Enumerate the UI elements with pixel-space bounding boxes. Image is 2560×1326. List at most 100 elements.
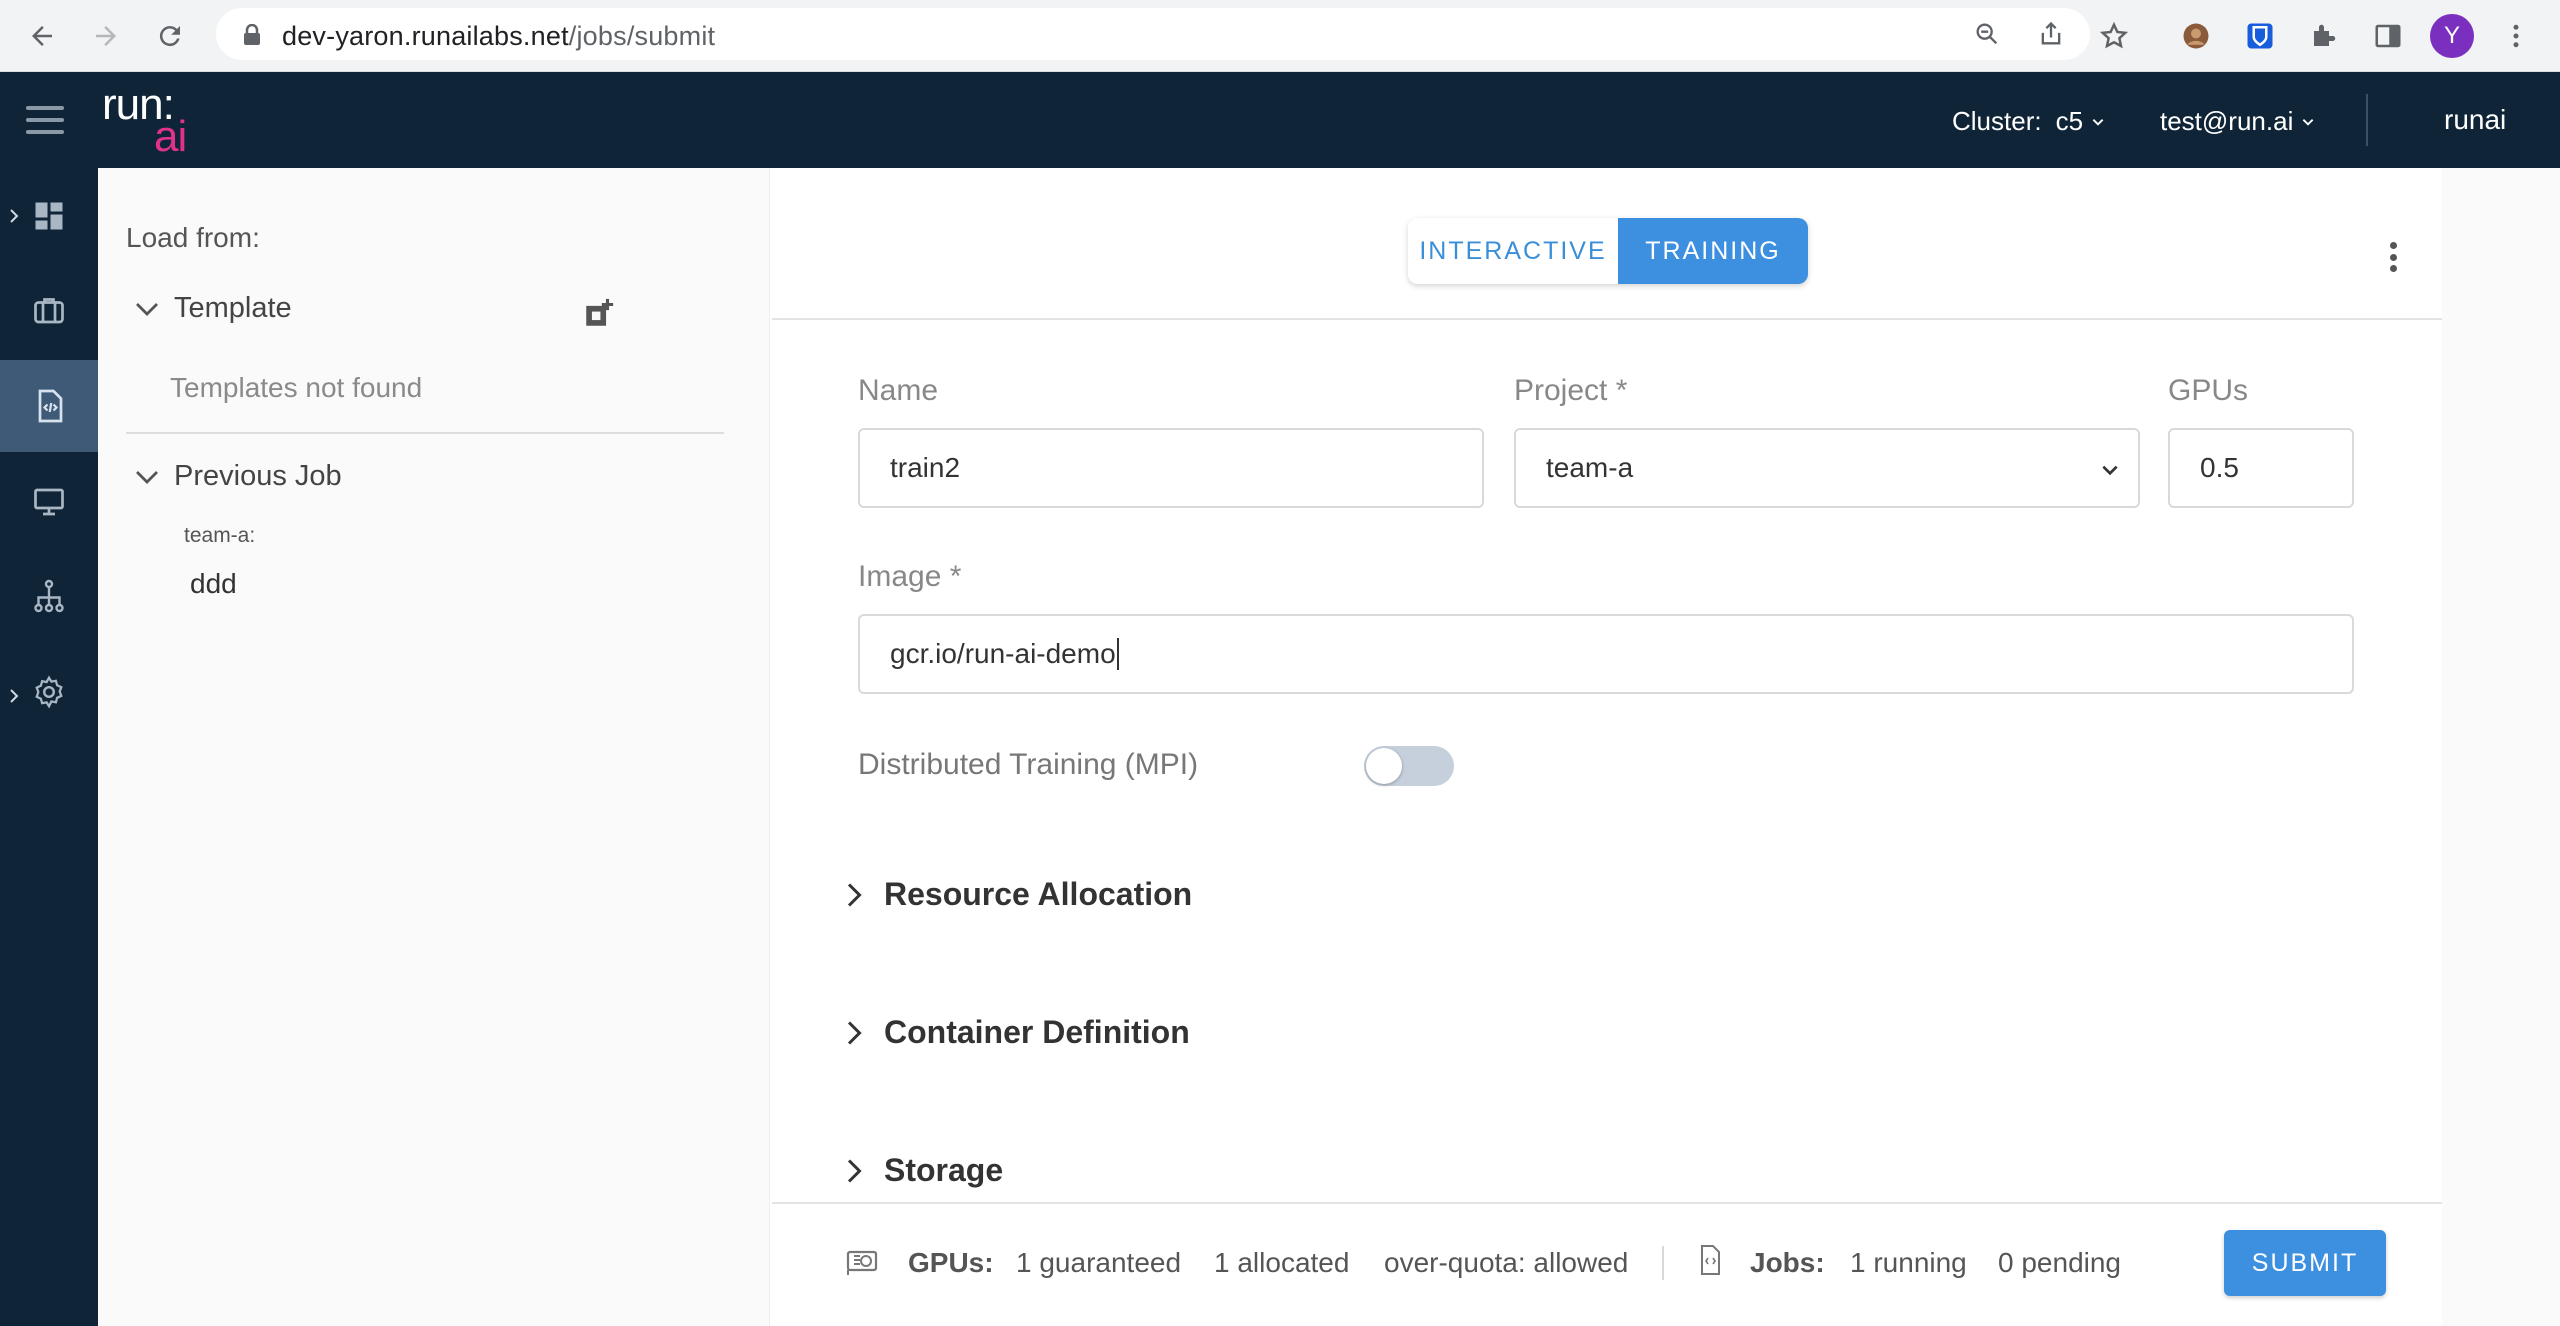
side-rail [0,168,98,1326]
template-section-label: Template [174,292,292,324]
panel-divider [126,432,724,434]
tab-training[interactable]: TRAINING [1618,218,1808,284]
previous-job-item[interactable]: ddd [190,568,237,600]
kebab-menu-icon[interactable] [2496,16,2536,56]
jobs-pending: 0 pending [1998,1247,2122,1278]
job-type-toggle: INTERACTIVE TRAINING [1408,218,1808,284]
runai-logo[interactable]: run: ai [102,80,202,161]
star-icon[interactable] [2094,16,2134,56]
forward-icon[interactable] [86,16,126,56]
cluster-value: c5 [2055,106,2084,136]
tab-interactive[interactable]: INTERACTIVE [1408,218,1618,284]
container-definition-title: Container Definition [884,1014,1190,1050]
add-template-icon[interactable] [582,296,616,330]
zoom-icon[interactable] [1972,19,2002,49]
bitwarden-icon[interactable] [2240,16,2280,56]
share-icon[interactable] [2036,19,2066,49]
container-definition-section[interactable]: Container Definition [842,1014,1190,1051]
storage-title: Storage [884,1152,1004,1188]
app-header: run: ai Cluster: c5 test@run.ai runai [0,72,2560,168]
url-text[interactable]: dev-yaron.runailabs.net/jobs/submit [282,21,715,52]
distributed-training-switch[interactable] [1364,746,1454,786]
template-section-toggle[interactable]: Template [132,292,292,325]
footer-separator [1662,1246,1664,1280]
distributed-training-label: Distributed Training (MPI) [858,748,1199,781]
chevron-down-icon [136,470,158,484]
chevron-right-icon [847,1020,862,1045]
departments-icon [34,579,64,613]
nodes-icon [34,488,64,516]
gpus-status-label: GPUs: [908,1247,994,1278]
user-email: test@run.ai [2160,106,2294,136]
jobs-status-label: Jobs: [1750,1247,1825,1278]
previous-job-project: team-a: [184,524,256,547]
rail-dashboard[interactable] [0,170,98,262]
user-menu[interactable]: test@run.ai [2160,106,2315,137]
image-label: Image * [858,560,962,593]
gpus-label: GPUs [2168,374,2249,407]
resource-allocation-section[interactable]: Resource Allocation [842,876,1192,913]
gpus-input[interactable]: 0.5 [2168,428,2354,508]
header-divider [2366,94,2368,146]
settings-icon [35,675,63,709]
reload-icon[interactable] [150,16,190,56]
storage-section[interactable]: Storage [842,1152,1003,1189]
text-cursor [1116,638,1119,670]
back-icon[interactable] [22,16,62,56]
cluster-label: Cluster: [1952,106,2042,136]
templates-empty-text: Templates not found [170,372,423,403]
load-from-panel: Load from: Template Templates not found … [98,168,770,1326]
chevron-down-icon [2092,118,2104,126]
chevron-down-icon [2102,465,2118,476]
load-from-title: Load from: [126,222,260,253]
rail-settings[interactable] [0,646,98,738]
submit-job-icon [38,389,63,423]
submit-job-form: INTERACTIVE TRAINING Name train2 Project… [772,168,2442,1326]
address-bar[interactable]: dev-yaron.runailabs.net/jobs/submit [216,8,2090,60]
name-input[interactable]: train2 [858,428,1484,508]
submit-button[interactable]: SUBMIT [2224,1230,2386,1296]
form-header-divider [772,318,2442,320]
project-select[interactable]: team-a [1514,428,2140,508]
chevron-down-icon [2303,118,2314,126]
over-quota-status: over-quota: allowed [1384,1247,1629,1278]
profile-avatar[interactable]: Y [2430,14,2474,58]
jobs-icon [34,298,64,324]
tenant-name: runai [2444,104,2507,135]
extension-avatar-icon[interactable] [2176,16,2216,56]
image-input[interactable]: gcr.io/run-ai-demo [858,614,2354,694]
rail-jobs[interactable] [0,264,98,356]
project-value: team-a [1546,452,1634,483]
hamburger-menu-icon[interactable] [26,106,64,134]
form-options-icon[interactable] [2388,242,2398,272]
jobs-running: 1 running [1850,1247,1967,1278]
name-value: train2 [890,452,961,483]
previous-job-section-toggle[interactable]: Previous Job [132,460,342,493]
name-label: Name [858,374,939,407]
dashboard-icon [35,202,63,230]
gpu-icon [846,1250,878,1275]
switch-knob [1366,748,1402,784]
image-value: gcr.io/run-ai-demo [890,638,1116,669]
url-path: /jobs/submit [568,21,716,51]
gpus-guaranteed: 1 guaranteed [1016,1247,1182,1278]
rail-departments[interactable] [0,550,98,642]
gpus-allocated: 1 allocated [1214,1247,1350,1278]
logo-bottom-text: ai [154,112,187,161]
gpus-value: 0.5 [2200,452,2239,483]
cluster-selector[interactable]: Cluster: c5 [1952,106,2105,137]
chevron-down-icon [136,302,158,316]
chevron-right-icon [847,882,862,907]
resource-allocation-title: Resource Allocation [884,876,1193,912]
footer-divider [772,1202,2442,1204]
lock-icon[interactable] [242,24,262,46]
puzzle-icon[interactable] [2304,16,2344,56]
sidepanel-icon[interactable] [2368,16,2408,56]
right-gutter [2442,168,2560,1326]
project-label: Project * [1514,374,1628,407]
rail-nodes[interactable] [0,456,98,548]
job-file-icon [1701,1245,1720,1275]
browser-toolbar: dev-yaron.runailabs.net/jobs/submit Y [0,0,2560,72]
rail-submit-job[interactable] [0,360,98,452]
previous-job-section-label: Previous Job [174,460,342,492]
